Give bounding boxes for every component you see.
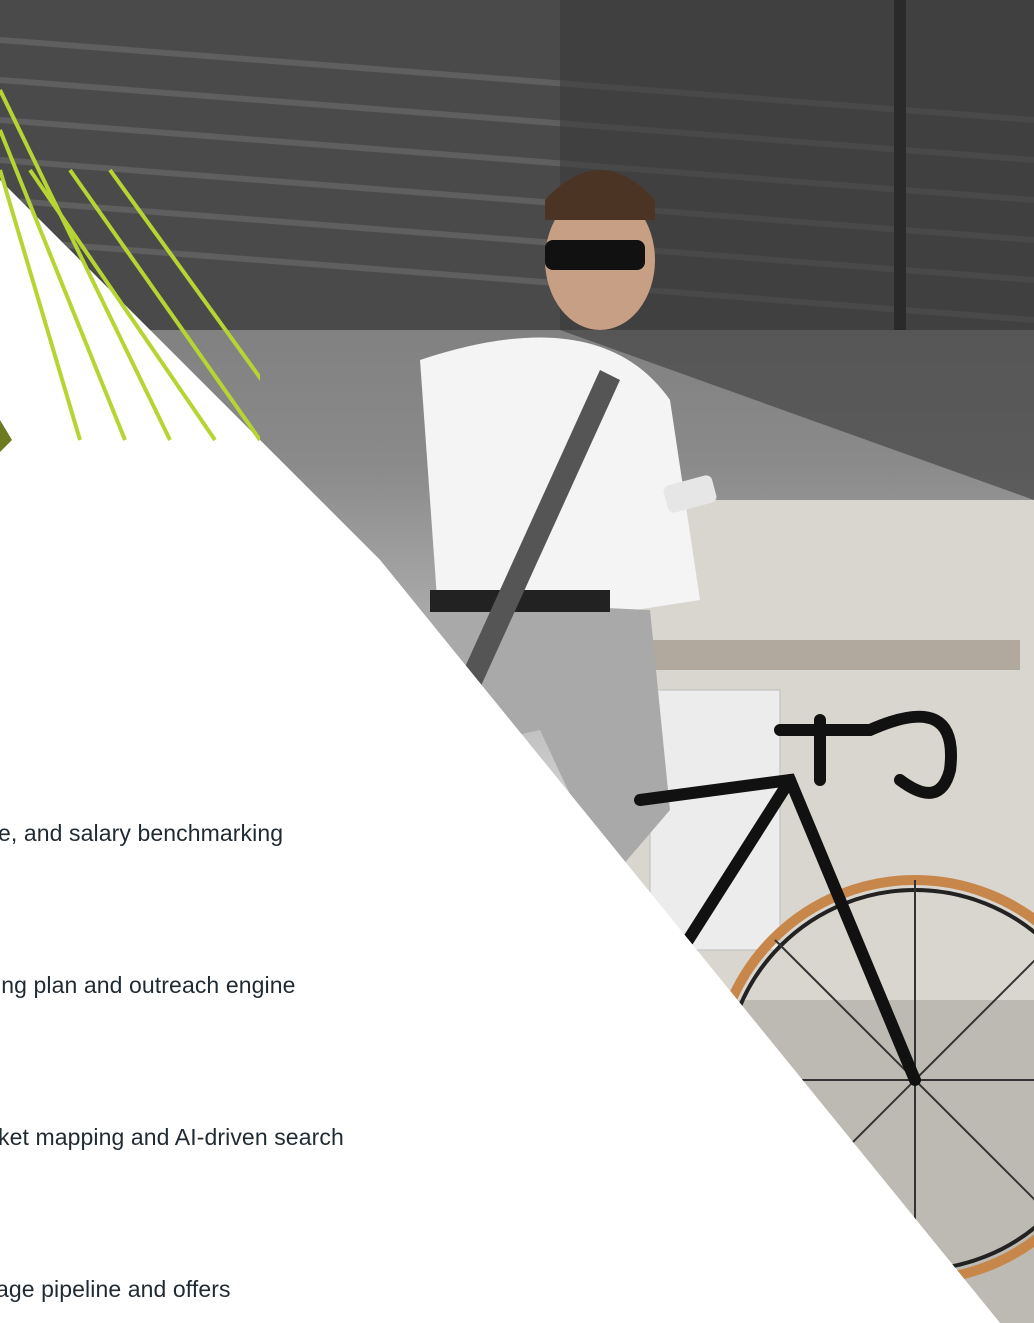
stripe-tip <box>0 420 12 452</box>
service-item-3: ket mapping and AI-driven search <box>0 1124 344 1150</box>
service-item-1: e, and salary benchmarking <box>0 820 284 846</box>
accent-stripe-1 <box>0 169 82 441</box>
service-item-2: ing plan and outreach engine <box>0 972 296 998</box>
page: e, and salary benchmarking ing plan and … <box>0 0 1034 1323</box>
stripe-group <box>0 89 260 442</box>
accent-stripe-2 <box>0 129 127 441</box>
accent-stripe-4 <box>28 168 217 442</box>
accent-stripe-5 <box>68 168 260 442</box>
accent-stripes <box>0 89 260 452</box>
accent-stripe-3 <box>0 89 172 441</box>
service-item-4: age pipeline and offers <box>0 1276 231 1302</box>
